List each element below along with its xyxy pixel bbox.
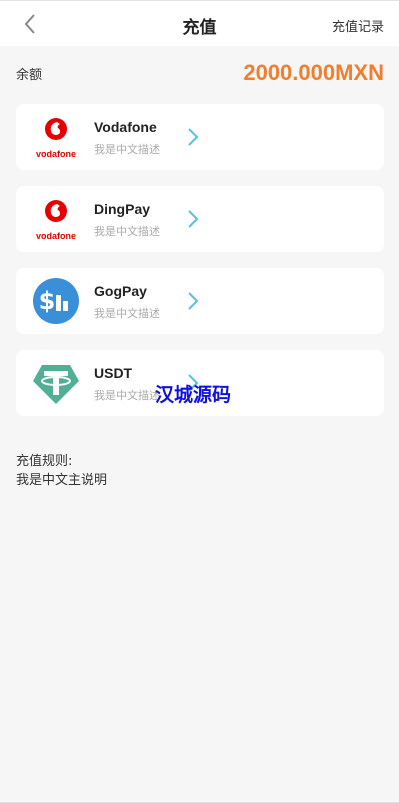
- vodafone-logo-text: vodafone: [36, 149, 76, 159]
- payment-method-name: Vodafone: [94, 119, 157, 135]
- dollar-chart-logo-icon: $: [33, 278, 79, 324]
- vodafone-logo-icon: vodafone: [36, 118, 76, 159]
- balance-value: 2000.000MXN: [243, 60, 384, 85]
- chevron-right-icon: [188, 128, 199, 146]
- payment-method-desc: 我是中文描述: [94, 307, 160, 320]
- payment-method-name: USDT: [94, 365, 133, 381]
- payment-method-dingpay[interactable]: vodafone DingPay 我是中文描述: [16, 186, 384, 252]
- rules-title: 充值规则:: [16, 454, 73, 469]
- recharge-records-link[interactable]: 充值记录: [332, 16, 384, 35]
- tether-logo-icon: [33, 365, 79, 404]
- payment-method-desc: 我是中文描述: [94, 143, 160, 156]
- payment-method-desc: 我是中文描述: [94, 225, 160, 238]
- payment-method-gogpay[interactable]: $ GogPay 我是中文描述: [16, 268, 384, 334]
- chevron-right-icon: [188, 292, 199, 310]
- payment-method-name: GogPay: [94, 283, 147, 299]
- payment-method-vodafone[interactable]: vodafone Vodafone 我是中文描述: [16, 104, 384, 170]
- payment-method-desc: 我是中文描述: [94, 389, 160, 402]
- header-bar: 充值 充值记录: [0, 0, 399, 46]
- svg-text:$: $: [39, 287, 56, 315]
- rules-body: 我是中文主说明: [16, 473, 108, 488]
- chevron-right-icon: [188, 210, 199, 228]
- vodafone-logo-icon: vodafone: [36, 200, 76, 241]
- watermark-text: 汉城源码: [155, 384, 232, 406]
- payment-method-name: DingPay: [94, 201, 151, 217]
- vodafone-logo-text: vodafone: [36, 231, 76, 241]
- balance-label: 余额: [16, 68, 43, 83]
